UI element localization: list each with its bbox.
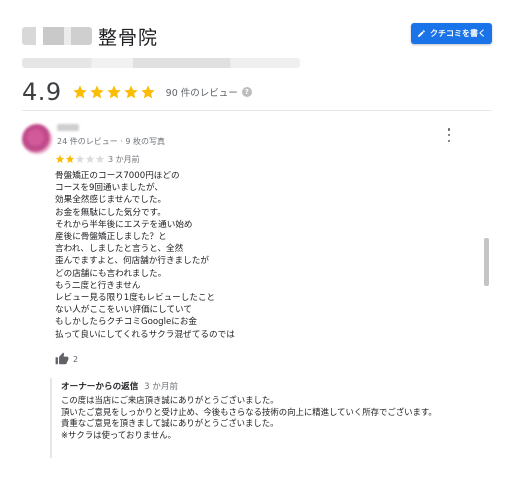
owner-reply-label: オーナーからの返信 — [61, 382, 139, 392]
review-text-line: 効果全然感じませんでした。 — [55, 195, 167, 206]
place-title: 整骨院 — [22, 22, 158, 50]
pen-icon — [418, 30, 425, 37]
review-text-line: 産後に骨盤矯正しました？と — [55, 232, 167, 243]
star-filled-icon — [55, 154, 65, 163]
write-review-button[interactable]: クチコミを書く — [411, 23, 492, 44]
star-empty-icon — [95, 154, 105, 163]
rating-stars — [72, 84, 156, 100]
review-text: 骨盤矯正のコース7000円ほどの コースを9回通いましたが、 効果全然感じませんでし… — [55, 170, 235, 341]
star-filled-icon — [124, 85, 138, 99]
divider — [22, 110, 492, 111]
review-date: 3 か月前 — [108, 155, 140, 164]
more-options-icon[interactable] — [446, 128, 452, 142]
star-filled-icon — [107, 85, 121, 99]
like-button[interactable]: 2 — [55, 352, 78, 366]
review-text-line: 言われ、しましたと言うと、全然 — [55, 244, 184, 255]
place-name: 整骨院 — [98, 26, 159, 49]
owner-reply-line: 頂いたご意見をしっかりと受け止め、今後もさらなる技術の向上に精進していく所存でご… — [61, 406, 437, 417]
star-filled-icon — [65, 154, 75, 163]
star-empty-icon — [75, 154, 85, 163]
review-text-line: ない人がここをいい評価にしていて — [55, 305, 192, 316]
star-empty-icon — [85, 154, 95, 163]
rating-value: 4.9 — [22, 78, 62, 106]
owner-reply-date: 3 か月前 — [144, 382, 179, 392]
review-text-line: コースを9回通いましたが、 — [55, 183, 163, 194]
review-text-line: 払って良いにしてくれるサクラ混ぜてるのでは — [55, 329, 235, 340]
help-icon[interactable]: ? — [241, 87, 252, 97]
reviewer-name-redacted[interactable] — [57, 124, 79, 131]
owner-reply-line: ※サクラは使っておりません。 — [61, 429, 176, 440]
review-count-link[interactable]: 90 件のレビュー — [166, 85, 238, 99]
rating-summary: 4.9 90 件のレビュー ? — [22, 78, 252, 106]
reviewer-meta: 24 件のレビュー · 9 枚の写真 — [57, 137, 165, 146]
review-text-line: それから半年後にエステを通い始め — [55, 219, 193, 230]
owner-reply: オーナーからの返信 3 か月前 この度は当店にご来店頂き誠にありがとうございまし… — [50, 378, 481, 458]
review-stars — [55, 154, 105, 164]
owner-reply-text: この度は当店にご来店頂き誠にありがとうございました。 頂いたご意見をしっかりと受け… — [61, 395, 481, 441]
star-filled-icon — [73, 85, 87, 99]
place-name-redacted — [22, 27, 92, 45]
review-text-line: 歪んでますよと、何店舗か行きましたが — [55, 256, 209, 267]
star-filled-icon — [141, 85, 155, 99]
place-address-redacted — [22, 58, 300, 68]
scrollbar[interactable] — [484, 238, 489, 286]
owner-reply-line: この度は当店にご来店頂き誠にありがとうございました。 — [61, 395, 279, 405]
owner-reply-line: 貴重なご意見を頂きまして誠にありがとうございました。 — [61, 418, 279, 429]
owner-reply-header: オーナーからの返信 3 か月前 — [61, 380, 481, 392]
review-text-line: お金を無駄にした気分です。 — [55, 207, 166, 218]
star-filled-icon — [90, 85, 104, 99]
write-review-label: クチコミを書く — [430, 29, 486, 38]
like-count: 2 — [73, 354, 79, 364]
review-text-line: もしかしたらクチコミGoogleにお金 — [55, 317, 198, 328]
avatar[interactable] — [22, 124, 52, 154]
thumbs-up-icon — [55, 352, 69, 365]
review-text-line: 骨盤矯正のコース7000円ほどの — [55, 171, 180, 181]
review-text-line: もう二度と行きません — [55, 280, 141, 291]
review-text-line: レビュー見る限り1度もレビューしたこと — [55, 293, 216, 304]
review-text-line: どの店舗にも言われました。 — [55, 268, 167, 279]
